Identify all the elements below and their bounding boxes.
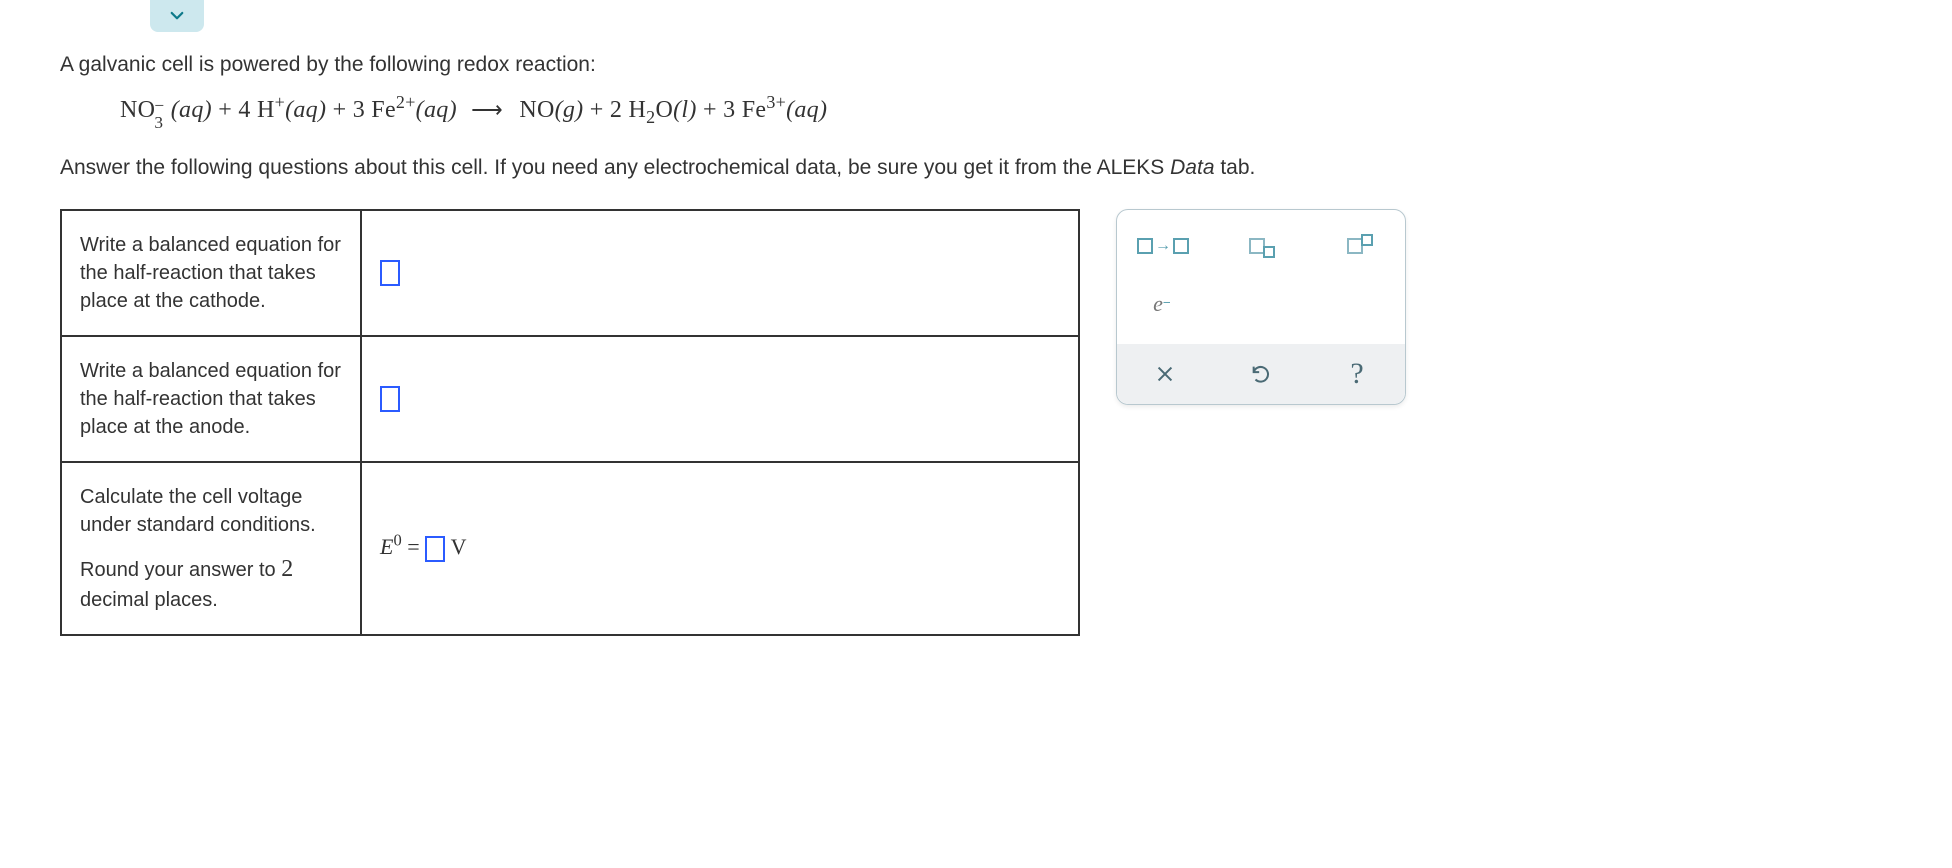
intro-text: A galvanic cell is powered by the follow… xyxy=(60,50,1892,79)
chevron-down-icon xyxy=(168,7,186,25)
q3b-num: 2 xyxy=(281,556,293,582)
clear-button[interactable] xyxy=(1135,354,1195,394)
help-button[interactable]: ? xyxy=(1327,354,1387,394)
right-arrow-icon: → xyxy=(1155,237,1171,255)
superscript-tool[interactable] xyxy=(1335,228,1385,264)
undo-button[interactable] xyxy=(1231,354,1291,394)
q3-answer-cell: E0 = V xyxy=(361,462,1079,636)
reaction-arrow-icon: ⟶ xyxy=(471,97,503,122)
box-icon xyxy=(1173,238,1189,254)
minus-icon: − xyxy=(1163,296,1171,312)
equation-rhs: NO(g) + 2 H2O(l) + 3 Fe3+(aq) xyxy=(519,97,827,123)
q3-input[interactable] xyxy=(425,536,445,562)
q3-part-a: Calculate the cell voltage under standar… xyxy=(80,483,342,539)
q1-label: Write a balanced equation for the half-r… xyxy=(61,210,361,336)
q1-input[interactable] xyxy=(380,260,400,286)
q2-answer-cell xyxy=(361,336,1079,462)
q3-label: Calculate the cell voltage under standar… xyxy=(61,462,361,636)
reaction-arrow-tool[interactable]: → xyxy=(1137,228,1189,264)
collapse-button[interactable] xyxy=(150,0,204,32)
q2-input[interactable] xyxy=(380,386,400,412)
q3b-pre: Round your answer to xyxy=(80,559,281,581)
followup-data-link[interactable]: Data xyxy=(1170,156,1214,179)
followup-post: tab. xyxy=(1215,156,1256,179)
cell-voltage-expression: E0 = V xyxy=(380,534,467,559)
table-row: Calculate the cell voltage under standar… xyxy=(61,462,1079,636)
followup-pre: Answer the following questions about thi… xyxy=(60,156,1170,179)
formula-toolbox: → e− ? xyxy=(1116,209,1406,405)
voltage-unit: V xyxy=(451,534,467,559)
e-letter: e xyxy=(1153,291,1163,317)
followup-text: Answer the following questions about thi… xyxy=(60,153,1892,182)
action-bar: ? xyxy=(1117,344,1405,404)
box-icon xyxy=(1263,246,1275,258)
subscript-tool[interactable] xyxy=(1237,228,1287,264)
box-icon xyxy=(1361,234,1373,246)
table-row: Write a balanced equation for the half-r… xyxy=(61,210,1079,336)
close-icon xyxy=(1154,363,1176,385)
electron-tool[interactable]: e− xyxy=(1137,286,1187,322)
q3-part-b: Round your answer to 2 decimal places. xyxy=(80,553,342,615)
equation-lhs: NO−3 (aq) + 4 H+(aq) + 3 Fe2+(aq) xyxy=(120,97,457,123)
q2-label: Write a balanced equation for the half-r… xyxy=(61,336,361,462)
box-icon xyxy=(1137,238,1153,254)
undo-icon xyxy=(1250,363,1272,385)
redox-equation: NO−3 (aq) + 4 H+(aq) + 3 Fe2+(aq) ⟶ NO(g… xyxy=(120,97,1892,131)
q1-answer-cell xyxy=(361,210,1079,336)
table-row: Write a balanced equation for the half-r… xyxy=(61,336,1079,462)
question-table: Write a balanced equation for the half-r… xyxy=(60,209,1080,637)
q3b-post: decimal places. xyxy=(80,589,218,611)
